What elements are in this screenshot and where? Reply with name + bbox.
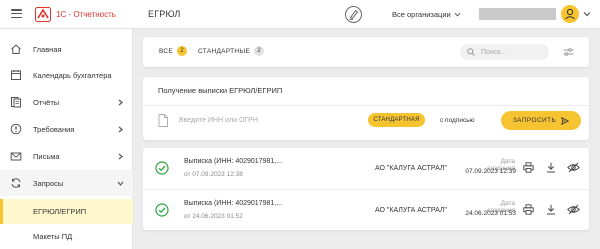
eye-off-icon[interactable] bbox=[567, 204, 580, 215]
send-icon bbox=[561, 116, 570, 125]
eye-off-icon[interactable] bbox=[567, 162, 580, 173]
sidebar-subitem-egrul[interactable]: ЕГРЮЛ/ЕГРИП bbox=[0, 199, 133, 224]
chevron-down-icon bbox=[117, 181, 124, 186]
extracts-list: Выписка (ИНН: 4029017981,... от 07.09.20… bbox=[143, 148, 589, 230]
sidebar-item-label: Отчёты bbox=[33, 97, 60, 107]
extract-date: от 07.09.2023 12:38 bbox=[184, 171, 243, 178]
menu-icon[interactable] bbox=[11, 9, 22, 18]
user-menu-chevron-icon[interactable] bbox=[583, 10, 591, 18]
print-icon[interactable] bbox=[523, 162, 534, 173]
created-date: 07.09.2023 12:39 bbox=[465, 168, 516, 175]
signature-button[interactable] bbox=[345, 6, 362, 23]
organization-name: АО "КАЛУГА АСТРАЛ" bbox=[375, 207, 447, 214]
sidebar-item-label: Запросы bbox=[33, 178, 64, 188]
calendar-icon bbox=[11, 70, 21, 80]
reports-icon bbox=[11, 97, 21, 108]
sidebar-subitem-label: ЕГРЮЛ/ЕГРИП bbox=[33, 207, 87, 216]
created-date: 24.06.2023 01:53 bbox=[465, 210, 516, 217]
sidebar-item-label: Календарь бухгалтера bbox=[33, 70, 112, 80]
download-icon[interactable] bbox=[546, 162, 556, 173]
list-item[interactable]: Выписка (ИНН: 4029017981,... от 24.06.20… bbox=[143, 189, 589, 230]
sidebar-item-label: Письма bbox=[33, 151, 60, 161]
request-button-label: ЗАПРОСИТЬ bbox=[512, 117, 557, 124]
tab-label: СТАНДАРТНЫЕ bbox=[198, 47, 251, 55]
refresh-icon bbox=[11, 178, 21, 188]
logo-1c-icon bbox=[35, 7, 51, 22]
request-button[interactable]: ЗАПРОСИТЬ bbox=[501, 111, 581, 130]
download-icon[interactable] bbox=[546, 204, 556, 215]
mail-icon bbox=[10, 152, 22, 161]
request-title: Получение выписки ЕГРЮЛ/ЕГРИП bbox=[158, 86, 283, 95]
user-name-redacted bbox=[479, 8, 556, 20]
request-panel: Получение выписки ЕГРЮЛ/ЕГРИП СТАНДАРТНА… bbox=[143, 77, 589, 140]
filter-panel: ВСЕ 2 СТАНДАРТНЫЕ 2 bbox=[143, 37, 589, 67]
sidebar-subitem-label: Макеты ПД bbox=[33, 232, 73, 241]
chevron-right-icon bbox=[118, 99, 123, 105]
divider bbox=[143, 105, 589, 106]
sidebar-item-requests[interactable]: Запросы bbox=[0, 170, 133, 196]
home-icon bbox=[11, 44, 21, 54]
list-item[interactable]: Выписка (ИНН: 4029017981,... от 07.09.20… bbox=[143, 148, 589, 189]
sidebar: Главная Календарь бухгалтера Отчёты Треб… bbox=[0, 29, 133, 249]
filter-settings-icon[interactable] bbox=[563, 47, 574, 57]
requirements-icon bbox=[10, 123, 22, 135]
sidebar-item-label: Требования bbox=[33, 124, 75, 134]
page-title: ЕГРЮЛ bbox=[148, 9, 181, 19]
chevron-right-icon bbox=[118, 153, 123, 159]
tab-all[interactable]: ВСЕ 2 bbox=[159, 46, 188, 56]
user-icon bbox=[565, 8, 575, 20]
search-icon bbox=[467, 48, 475, 56]
tab-standard[interactable]: СТАНДАРТНЫЕ 2 bbox=[198, 46, 265, 56]
type-signed-toggle[interactable]: с подписью bbox=[440, 117, 475, 124]
sidebar-item-home[interactable]: Главная bbox=[0, 36, 133, 62]
check-circle-icon bbox=[155, 203, 169, 217]
chevron-right-icon bbox=[118, 126, 123, 132]
extract-date: от 24.06.2023 01:52 bbox=[184, 213, 243, 220]
document-icon bbox=[158, 114, 168, 127]
organization-select-label: Все организации bbox=[392, 10, 451, 19]
chevron-down-icon bbox=[454, 12, 461, 17]
organization-name: АО "КАЛУГА АСТРАЛ" bbox=[375, 165, 447, 172]
sidebar-subitem-layouts[interactable]: Макеты ПД bbox=[0, 224, 133, 249]
sidebar-item-calendar[interactable]: Календарь бухгалтера bbox=[0, 62, 133, 88]
type-standard-toggle[interactable]: СТАНДАРТНАЯ bbox=[368, 113, 425, 127]
count-badge: 2 bbox=[177, 46, 188, 56]
tab-label: ВСЕ bbox=[159, 47, 174, 55]
sidebar-item-label: Главная bbox=[33, 44, 62, 54]
extract-title: Выписка (ИНН: 4029017981,... bbox=[184, 158, 283, 165]
inn-ogrn-input[interactable] bbox=[179, 114, 329, 126]
print-icon[interactable] bbox=[523, 204, 534, 215]
avatar[interactable] bbox=[561, 5, 579, 23]
check-circle-icon bbox=[155, 161, 169, 175]
brand-name: 1С - Отчетность bbox=[56, 10, 116, 19]
top-bar: 1С - Отчетность ЕГРЮЛ Все организации bbox=[0, 0, 600, 29]
organization-select[interactable]: Все организации bbox=[392, 10, 461, 19]
sidebar-item-reports[interactable]: Отчёты bbox=[0, 89, 133, 115]
sidebar-item-requirements[interactable]: Требования bbox=[0, 116, 133, 142]
pen-icon bbox=[349, 9, 359, 20]
sidebar-item-mail[interactable]: Письма bbox=[0, 143, 133, 169]
count-badge: 2 bbox=[254, 46, 265, 56]
extract-title: Выписка (ИНН: 4029017981,... bbox=[184, 200, 283, 207]
